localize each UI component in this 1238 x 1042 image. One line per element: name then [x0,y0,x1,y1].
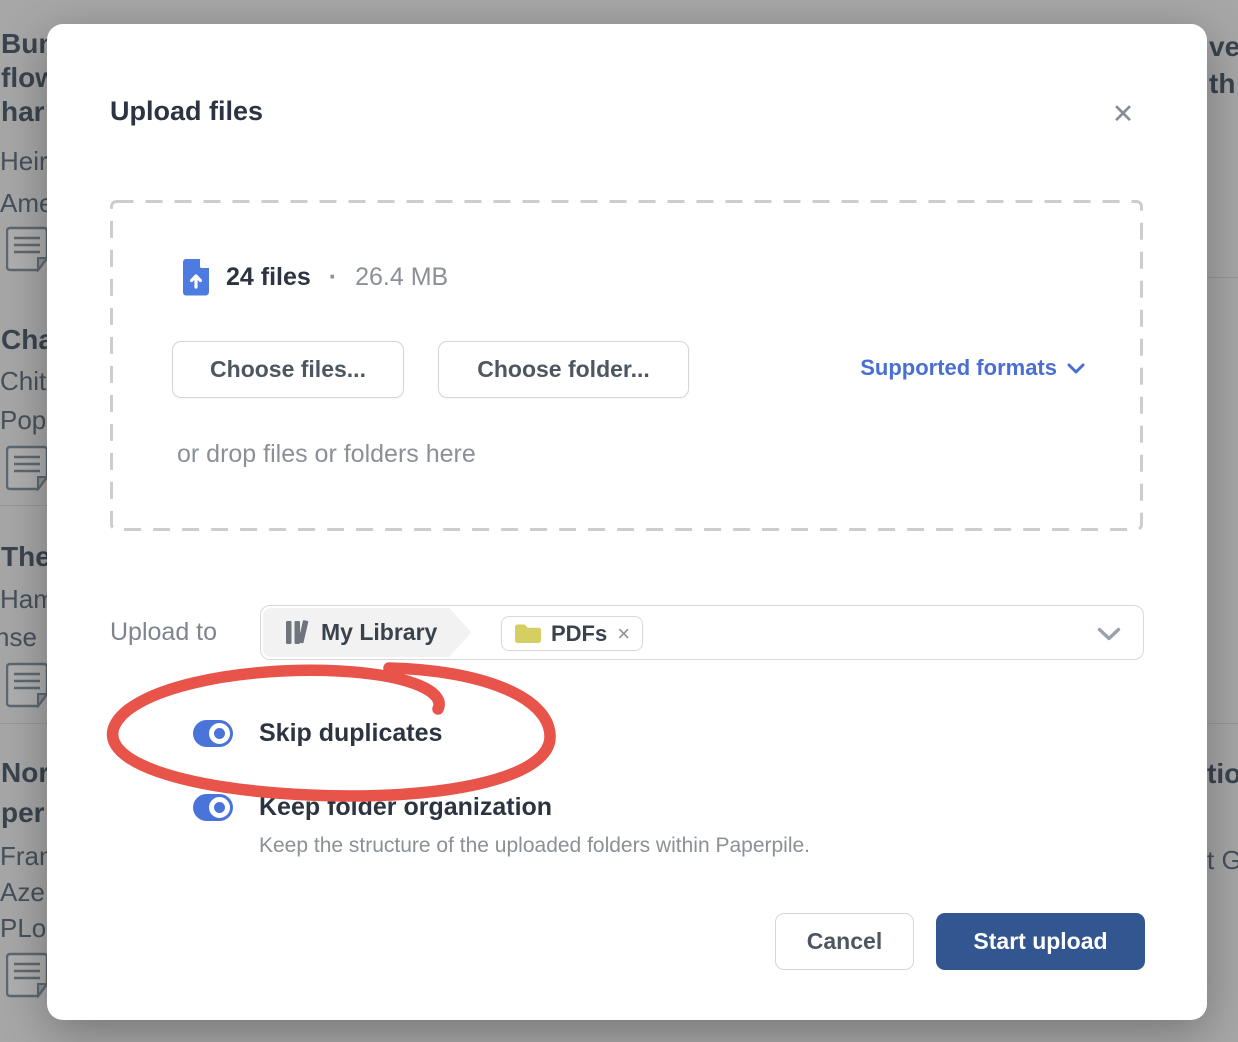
destination-select[interactable]: My Library PDFs × [260,605,1144,660]
breadcrumb-label: My Library [321,619,437,646]
bg-item-meta: nse [0,622,37,653]
selected-files-summary: 24 files · 26.4 MB [182,258,448,296]
files-size: 26.4 MB [355,263,448,292]
document-icon [6,226,48,272]
bg-item-meta: Aze [0,877,45,908]
bg-item-meta: Ame [0,188,53,219]
document-icon [6,952,48,998]
close-icon: ✕ [1112,99,1135,129]
upload-files-dialog: Upload files ✕ 24 files · 26.4 MB Choose… [47,24,1207,1020]
keep-folder-description: Keep the structure of the uploaded folde… [259,834,810,858]
screen: Bun flow har Heir Ame Cha Chit Pop The H… [0,0,1238,1042]
skip-duplicates-row: Skip duplicates [193,719,442,748]
bg-divider [1207,723,1238,724]
bg-item-meta: t G [1207,845,1238,876]
upload-to-label: Upload to [110,618,217,647]
dialog-title: Upload files [110,96,263,127]
bg-item-title: har [1,96,45,128]
cancel-button[interactable]: Cancel [775,913,914,970]
drop-hint-text: or drop files or folders here [177,440,476,469]
toggle-knob [209,797,230,818]
remove-folder-icon[interactable]: × [617,623,630,645]
document-icon [6,662,48,708]
keep-folder-toggle[interactable] [193,794,233,821]
bg-item-title: Cha [1,324,54,356]
close-button[interactable]: ✕ [1105,96,1141,132]
bg-divider [0,505,47,506]
bg-item-meta: Chit [0,366,46,397]
bg-item-title: th [1209,68,1235,100]
supported-formats-link[interactable]: Supported formats [860,355,1085,381]
bg-item-meta: Fran [0,841,53,872]
bg-item-title: tio [1207,758,1238,790]
bg-item-title: ve [1209,31,1238,63]
file-dropzone[interactable]: 24 files · 26.4 MB Choose files... Choos… [110,200,1143,531]
supported-formats-label: Supported formats [860,355,1057,381]
folder-icon [514,623,541,644]
bg-item-title: per [1,797,45,829]
keep-folder-label: Keep folder organization [259,793,552,822]
dot-separator: · [329,263,337,292]
bg-divider [0,723,47,724]
choose-files-button[interactable]: Choose files... [172,341,404,398]
skip-duplicates-label: Skip duplicates [259,719,442,748]
files-count: 24 files [226,263,311,292]
library-icon [285,619,309,646]
chevron-down-icon [1067,363,1085,374]
bg-item-title: Nor [1,757,49,789]
document-icon [6,445,48,491]
breadcrumb-my-library[interactable]: My Library [263,608,471,657]
toggle-knob [209,723,230,744]
keep-folder-row: Keep folder organization [193,793,552,822]
bg-item-meta: Heir [0,146,48,177]
file-upload-icon [182,258,210,296]
bg-divider [1207,277,1238,278]
skip-duplicates-toggle[interactable] [193,720,233,747]
chevron-down-icon[interactable] [1097,627,1121,641]
folder-chip-label: PDFs [551,621,607,647]
start-upload-button[interactable]: Start upload [936,913,1145,970]
bg-item-meta: PLo [0,913,46,944]
bg-item-meta: Pop [0,405,46,436]
choose-folder-button[interactable]: Choose folder... [438,341,689,398]
folder-chip-pdfs[interactable]: PDFs × [501,616,643,651]
bg-item-title: The [1,541,51,573]
